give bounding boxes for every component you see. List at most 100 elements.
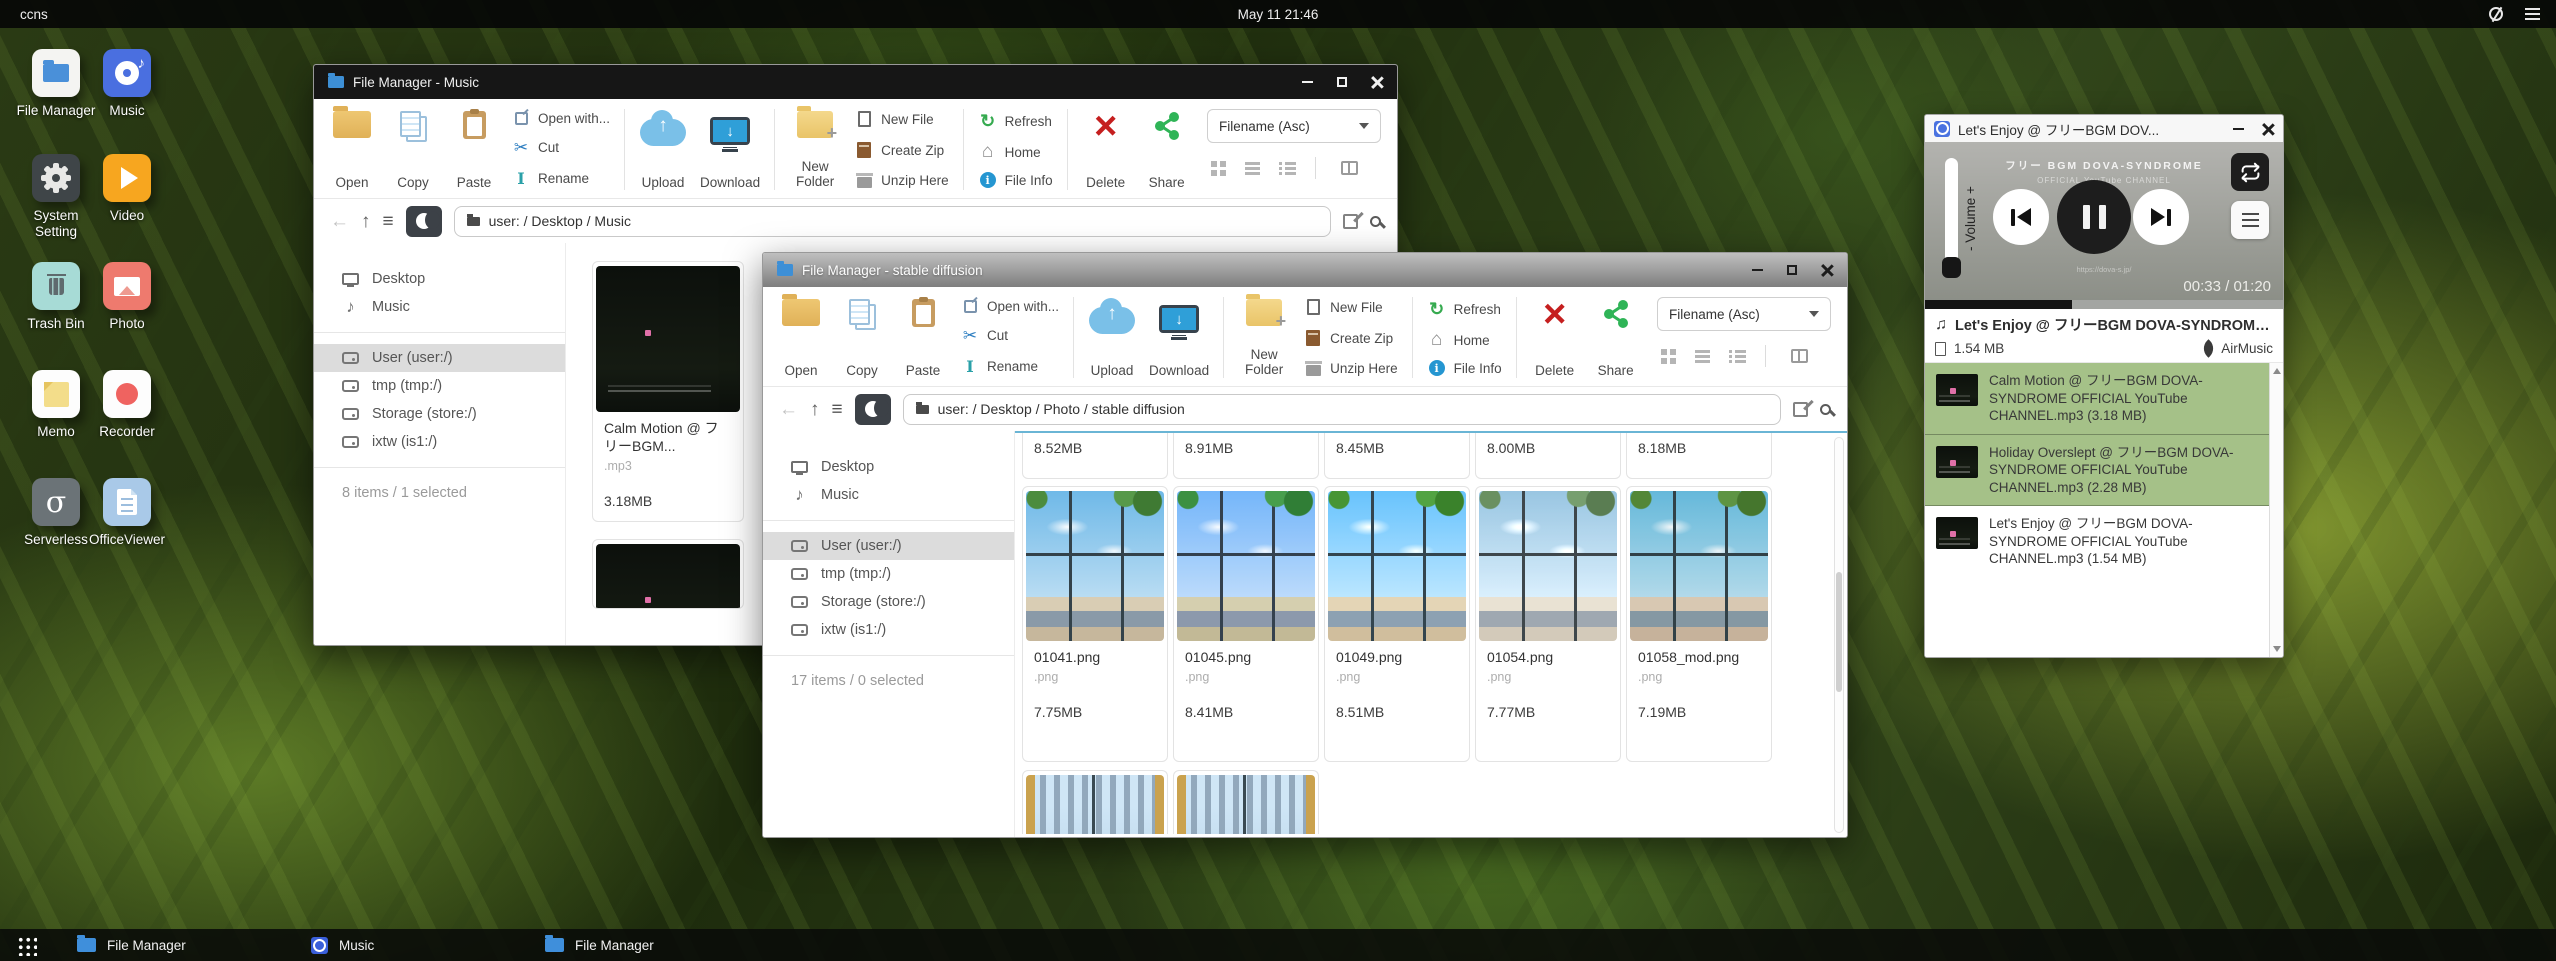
download-button[interactable]: Download [698,107,762,192]
view-details-icon[interactable] [1279,162,1296,175]
view-details-icon[interactable] [1729,350,1746,363]
sidebar-item-ixtw-drive[interactable]: ixtw (is1:/) [763,616,1014,644]
playlist-item[interactable]: Holiday Overslept @ フリーBGM DOVA-SYNDROME… [1925,435,2283,507]
back-button[interactable] [330,212,349,231]
sidebar-item-user-drive[interactable]: User (user:/) [314,344,565,372]
upload-button[interactable]: Upload [637,107,689,192]
refresh-button[interactable]: Refresh [978,111,1053,132]
path-input[interactable]: user: / Desktop / Music [454,206,1331,237]
sidebar-item-tmp-drive[interactable]: tmp (tmp:/) [763,560,1014,588]
taskbar-item-file-manager-2[interactable]: File Manager [531,929,739,961]
home-button[interactable]: Home [1427,329,1502,351]
file-card-partial[interactable]: 8.18MB [1626,433,1772,479]
pause-button[interactable] [2057,180,2131,254]
new-folder-button[interactable]: New Folder [787,107,843,192]
edit-path-icon[interactable] [1793,402,1808,417]
rename-button[interactable]: Rename [960,357,1059,376]
desktop-icon-recorder[interactable]: Recorder [83,370,171,440]
view-list-icon[interactable] [1695,350,1710,363]
open-with-button[interactable]: Open with... [960,299,1059,314]
file-card-partial[interactable] [592,539,744,609]
cut-button[interactable]: Cut [960,326,1059,346]
file-info-button[interactable]: File Info [978,172,1053,188]
edit-path-icon[interactable] [1343,214,1358,229]
file-card[interactable]: 01049.png .png 8.51MB [1324,486,1470,762]
sidebar-item-music[interactable]: Music [314,293,565,321]
cut-button[interactable]: Cut [511,138,610,158]
menu-icon[interactable] [2525,8,2540,11]
dark-mode-moon-button[interactable] [406,206,442,237]
minimize-button[interactable] [1752,269,1763,271]
share-button[interactable]: Share [1590,295,1642,380]
sidebar-item-storage-drive[interactable]: Storage (store:/) [314,400,565,428]
file-card-partial[interactable] [1022,770,1168,834]
playlist-item[interactable]: Calm Motion @ フリーBGM DOVA-SYNDROME OFFIC… [1925,363,2283,435]
close-button[interactable] [2262,123,2274,135]
taskbar-item-file-manager-1[interactable]: File Manager [63,929,271,961]
file-card-partial[interactable]: 8.00MB [1475,433,1621,479]
playlist-scrollbar[interactable] [2269,363,2283,657]
paste-button[interactable]: Paste [448,107,500,192]
volume-slider-thumb[interactable] [1942,257,1961,278]
new-folder-button[interactable]: New Folder [1236,295,1292,380]
file-card-partial[interactable]: 8.91MB [1173,433,1319,479]
list-menu-button[interactable] [383,212,394,231]
download-button[interactable]: Download [1147,295,1211,380]
close-button[interactable] [1371,76,1383,88]
file-card-partial[interactable]: 8.45MB [1324,433,1470,479]
sidebar-item-desktop[interactable]: Desktop [763,453,1014,481]
desktop-icon-music[interactable]: Music [83,49,171,119]
file-card-partial[interactable] [1173,770,1319,834]
playlist-item[interactable]: Let's Enjoy @ フリーBGM DOVA-SYNDROME OFFIC… [1925,506,2283,577]
file-card-calm-motion[interactable]: Calm Motion @ フリーBGM... .mp3 3.18MB [592,261,744,522]
delete-button[interactable]: Delete [1529,295,1581,380]
rename-button[interactable]: Rename [511,169,610,188]
app-launcher-grid-icon[interactable] [16,935,37,956]
minimize-button[interactable] [1302,81,1313,83]
repeat-button[interactable] [2231,153,2269,191]
sidebar-item-storage-drive[interactable]: Storage (store:/) [763,588,1014,616]
playlist-button[interactable] [2231,201,2269,239]
up-button[interactable] [361,212,371,231]
close-button[interactable] [1821,264,1833,276]
sidebar-item-desktop[interactable]: Desktop [314,265,565,293]
desktop-icon-photo[interactable]: Photo [83,262,171,332]
view-grid-icon[interactable] [1661,349,1676,364]
delete-button[interactable]: Delete [1080,107,1132,192]
search-icon[interactable] [1820,404,1831,415]
file-card[interactable]: 01045.png .png 8.41MB [1173,486,1319,762]
file-card[interactable]: 01041.png .png 7.75MB [1022,486,1168,762]
open-with-button[interactable]: Open with... [511,111,610,126]
minimize-button[interactable] [2233,128,2244,130]
sort-dropdown[interactable]: Filename (Asc) [1657,297,1831,331]
volume-slider[interactable] [1945,158,1958,274]
sidebar-item-music[interactable]: Music [763,481,1014,509]
copy-button[interactable]: Copy [387,107,439,192]
maximize-button[interactable] [1787,265,1797,275]
title-bar[interactable]: File Manager - Music [314,65,1397,99]
taskbar-item-music[interactable]: Music [297,929,505,961]
sidebar-item-ixtw-drive[interactable]: ixtw (is1:/) [314,428,565,456]
view-grid-icon[interactable] [1211,161,1226,176]
up-button[interactable] [810,400,820,419]
previous-track-button[interactable] [1993,189,2049,245]
share-button[interactable]: Share [1141,107,1193,192]
open-button[interactable]: Open [775,295,827,380]
scrollbar[interactable] [1834,437,1844,833]
scroll-down-icon[interactable] [2273,646,2281,652]
player-title-bar[interactable]: Let's Enjoy @ フリーBGM DOV... [1925,115,2283,142]
power-icon[interactable] [2489,7,2503,21]
progress-bar[interactable] [1925,300,2283,309]
copy-button[interactable]: Copy [836,295,888,380]
refresh-button[interactable]: Refresh [1427,299,1502,320]
file-card-partial[interactable]: 8.52MB [1022,433,1168,479]
title-bar[interactable]: File Manager - stable diffusion [763,253,1847,287]
upload-button[interactable]: Upload [1086,295,1138,380]
sidebar-item-tmp-drive[interactable]: tmp (tmp:/) [314,372,565,400]
new-file-button[interactable]: New File [854,111,949,127]
unzip-here-button[interactable]: Unzip Here [1303,361,1398,376]
paste-button[interactable]: Paste [897,295,949,380]
view-columns-icon[interactable] [1791,349,1808,363]
create-zip-button[interactable]: Create Zip [1303,330,1398,346]
create-zip-button[interactable]: Create Zip [854,142,949,158]
